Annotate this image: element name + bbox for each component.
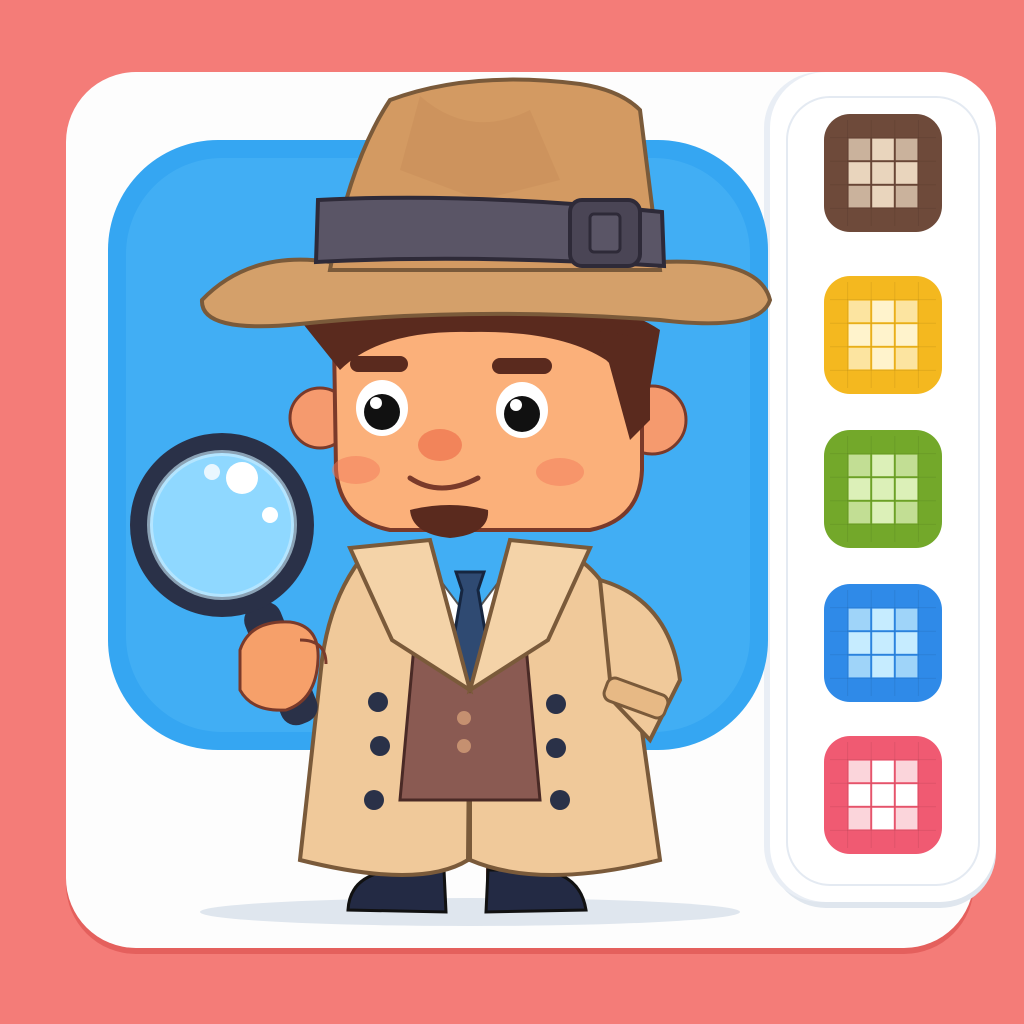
detective-character — [108, 77, 773, 926]
head — [288, 290, 688, 538]
game-screen — [0, 0, 1024, 1024]
ground-shadow — [200, 898, 740, 926]
